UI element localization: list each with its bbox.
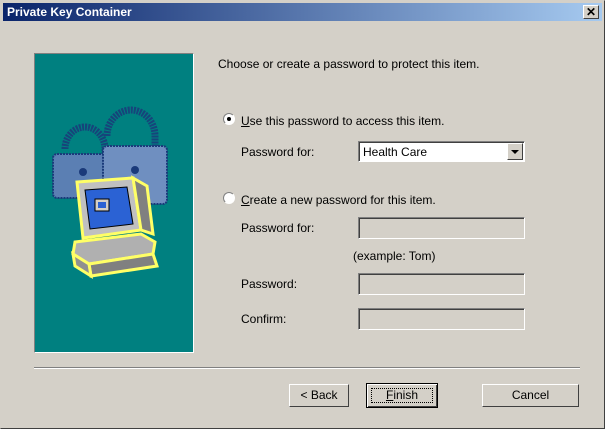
new-password-for-label: Password for: (241, 221, 315, 235)
intro-text: Choose or create a password to protect t… (218, 57, 480, 71)
create-password-radio[interactable] (223, 192, 235, 204)
example-hint: (example: Tom) (353, 249, 436, 263)
close-icon: ✕ (585, 5, 597, 19)
password-for-value: Health Care (363, 145, 428, 159)
back-button[interactable]: < Back (289, 384, 349, 407)
focus-rect (371, 388, 433, 403)
dropdown-button[interactable] (507, 143, 523, 160)
button-separator (34, 367, 580, 369)
radio-selected-dot (227, 117, 231, 121)
close-button[interactable]: ✕ (583, 5, 599, 19)
confirm-label: Confirm: (241, 312, 287, 326)
create-password-label[interactable]: Create a new password for this item. (241, 193, 436, 207)
use-password-label[interactable]: Use this password to access this item. (241, 114, 444, 128)
password-field[interactable] (358, 273, 525, 295)
padlock-computer-illustration (52, 106, 168, 280)
window-title: Private Key Container (7, 5, 132, 19)
cancel-button[interactable]: Cancel (482, 384, 579, 407)
dropdown-arrow-icon (511, 150, 519, 154)
dialog-window: Private Key Container ✕ Choose or create… (0, 0, 605, 429)
new-password-for-field[interactable] (358, 217, 525, 239)
use-password-radio[interactable] (223, 113, 235, 125)
title-bar[interactable]: Private Key Container ✕ (3, 3, 602, 21)
password-label: Password: (241, 277, 298, 291)
confirm-field[interactable] (358, 308, 525, 330)
password-for-label: Password for: (241, 145, 315, 159)
password-for-select[interactable]: Health Care (358, 141, 525, 162)
wizard-illustration (34, 53, 194, 353)
finish-button[interactable]: Finish (366, 383, 438, 408)
